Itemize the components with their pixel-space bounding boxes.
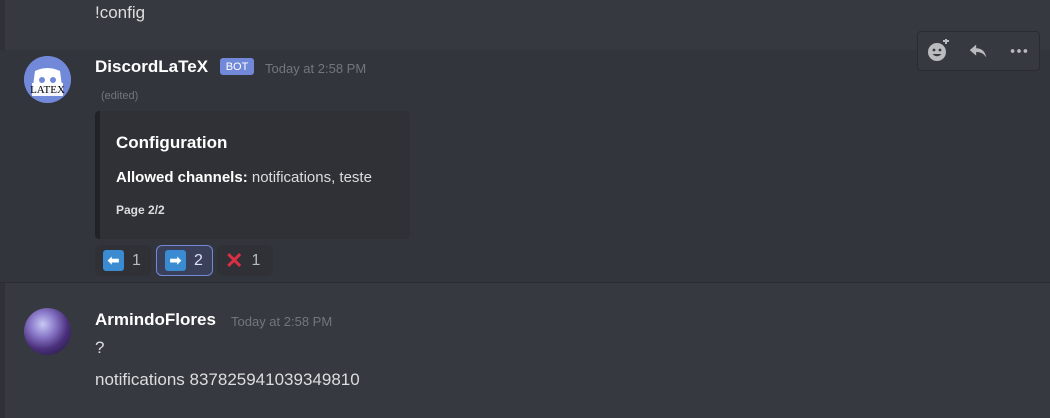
edited-label: (edited) — [101, 90, 139, 102]
user-avatar[interactable] — [24, 308, 71, 355]
bot-avatar[interactable]: LATEX — [24, 56, 71, 103]
add-reaction-icon[interactable] — [924, 37, 952, 65]
previous-message-text: !config — [95, 3, 146, 22]
bot-badge: BOT — [220, 58, 254, 75]
x-mark-icon: ✕ — [225, 247, 244, 273]
user-timestamp[interactable]: Today at 2:58 PM — [231, 314, 332, 329]
config-embed: Configuration Allowed channels: notifica… — [95, 111, 410, 239]
message-divider — [0, 282, 1050, 283]
embed-footer: Page 2/2 — [116, 203, 165, 217]
reaction-count: 1 — [251, 251, 261, 269]
reaction-right-arrow[interactable]: ➡ 2 — [156, 245, 213, 276]
reaction-left-arrow[interactable]: ⬅ 1 — [95, 245, 151, 276]
message-toolbar — [917, 31, 1040, 71]
embed-field-label: Allowed channels: — [116, 169, 248, 186]
user-message-line: ? — [95, 338, 105, 357]
reaction-count: 1 — [132, 251, 141, 269]
embed-field: Allowed channels: notifications, teste — [116, 169, 372, 186]
user-message-line: notifications 837825941039349810 — [95, 370, 360, 389]
user-username[interactable]: ArmindoFlores — [95, 310, 216, 330]
left-arrow-icon: ⬅ — [103, 250, 124, 271]
embed-field-value: notifications, teste — [251, 169, 372, 186]
svg-text:LATEX: LATEX — [30, 84, 65, 96]
embed-title: Configuration — [116, 133, 228, 152]
discord-logo-icon: LATEX — [24, 56, 71, 103]
reaction-x[interactable]: ✕ 1 — [217, 245, 273, 276]
reaction-count: 2 — [194, 251, 203, 269]
reply-icon[interactable] — [964, 37, 992, 65]
bot-timestamp[interactable]: Today at 2:58 PM — [265, 61, 366, 76]
more-icon[interactable] — [1005, 37, 1033, 65]
right-arrow-icon: ➡ — [165, 250, 186, 271]
bot-username[interactable]: DiscordLaTeX — [95, 57, 208, 77]
